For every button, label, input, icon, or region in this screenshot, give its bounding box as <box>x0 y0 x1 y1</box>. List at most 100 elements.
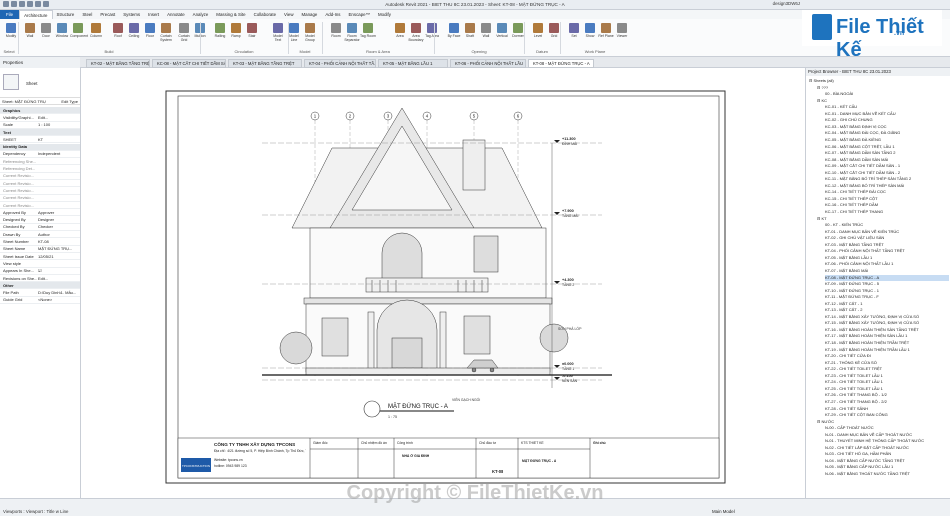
property-row[interactable]: File Path D:\Duy Dinh\1. Mẫu... <box>0 290 80 297</box>
browser-item[interactable]: N-04 - MẶT BẰNG CẤP NƯỚC TẦNG TRỆT <box>825 458 949 465</box>
browser-item[interactable]: KT-25 - CHI TIẾT TOILET LẦU 1 <box>825 386 949 393</box>
browser-item[interactable]: KT-04 - PHỐI CẢNH NỘI THẤT TẦNG TRỆT <box>825 248 949 255</box>
ribbon-button-14[interactable]: Stair <box>244 21 260 49</box>
browser-item[interactable]: KC-01 - DANH MỤC BẢN VẼ KẾT CẤU <box>825 111 949 118</box>
property-row[interactable]: Sheet Name MẶT ĐỨNG TRỤ... <box>0 246 80 253</box>
browser-item[interactable]: KT-22 - CHI TIẾT TOILET TRỆT <box>825 366 949 373</box>
property-value[interactable]: <None> <box>37 297 80 302</box>
browser-item[interactable]: KC-15 - CHI TIẾT THÉP CỘT <box>825 196 949 203</box>
browser-item[interactable]: KT-26 - CHI TIẾT THANG BỘ - 1/2 <box>825 392 949 399</box>
browser-item[interactable]: KT-19 - MẶT BẰNG HOÀN THIỆN TRẦN LẦU 1 <box>825 347 949 354</box>
property-row[interactable]: Sheet Issue Date 12/05/21 <box>0 253 80 261</box>
ribbon-button-32[interactable]: Show <box>582 21 598 49</box>
property-row[interactable]: Text <box>0 128 80 137</box>
property-row[interactable]: View style <box>0 260 80 268</box>
ribbon-button-10[interactable]: Curtain Grid <box>176 21 192 49</box>
browser-item[interactable]: N-05 - MẶT BẰNG CẤP NƯỚC LẦU 1 <box>825 464 949 471</box>
property-value[interactable]: D:\Duy Dinh\1. Mẫu... <box>37 290 80 295</box>
browser-item[interactable]: KT-28 - CHI TIẾT SẢNH <box>825 406 949 413</box>
property-value[interactable]: Author <box>37 232 80 237</box>
property-row[interactable]: Current Revisio... <box>0 187 80 195</box>
browser-item[interactable]: N-00 - CẤP THOÁT NƯỚC <box>825 425 949 432</box>
menu-tab-13[interactable]: Add-Ins <box>321 10 344 19</box>
browser-item[interactable]: KT-03 - MẶT BẰNG TẦNG TRỆT <box>825 242 949 249</box>
browser-item[interactable]: 00 - KT - KIẾN TRÚC <box>825 222 949 229</box>
browser-item[interactable]: KC-02 - GHI CHÚ CHUNG <box>825 117 949 124</box>
browser-item[interactable]: KT-13 - MẶT CẮT - 2 <box>825 307 949 314</box>
ribbon-button-27[interactable]: Vertical <box>494 21 510 49</box>
property-row[interactable]: Current Revisio... <box>0 180 80 188</box>
property-row[interactable]: Scale 1 : 100 <box>0 122 80 129</box>
browser-item[interactable]: ⊟ KT <box>817 216 949 223</box>
drawing-area[interactable]: 123456 +11.300 ĐỈNH MÁI +7.900 TẦNG MÁI … <box>82 68 805 498</box>
ribbon-button-25[interactable]: Shaft <box>462 21 478 49</box>
ribbon-button-34[interactable]: Viewer <box>614 21 630 49</box>
property-row[interactable]: Drawn By Author <box>0 231 80 239</box>
property-row[interactable]: Guide Grid <None> <box>0 297 80 305</box>
browser-item[interactable]: ⊟ Sheets (all) <box>809 78 949 85</box>
property-row[interactable]: Current Revisio... <box>0 173 80 180</box>
property-row[interactable]: SHEET KT <box>0 136 80 144</box>
browser-item[interactable]: KT-10 - MẶT ĐỨNG TRỤC - 1 <box>825 288 949 295</box>
property-value[interactable]: Designer <box>37 217 80 222</box>
browser-item[interactable]: KC-05 - MẶT BẰNG ĐÀ KIỀNG <box>825 137 949 144</box>
browser-item[interactable]: KT-16 - MẶT BẰNG HOÀN THIỆN SÀN TẦNG TRỆ… <box>825 327 949 334</box>
property-value[interactable]: 1 : 100 <box>37 122 80 127</box>
property-row[interactable]: Graphics <box>0 107 80 115</box>
menu-tab-6[interactable]: Insert <box>144 10 163 19</box>
property-value[interactable]: MẶT ĐỨNG TRỤ... <box>37 246 80 251</box>
sheet-canvas[interactable]: 123456 +11.300ĐỈNH MÁI+7.900TẦNG MÁI+4.3… <box>82 68 805 498</box>
browser-item[interactable]: KT-07 - MẶT BẰNG MÁI <box>825 268 949 275</box>
property-value[interactable]: Independent <box>37 151 80 156</box>
browser-item[interactable]: KC-09 - MẶT CẮT CHI TIẾT DẦM SÀN - 1 <box>825 163 949 170</box>
menu-tab-9[interactable]: Massing & Site <box>212 10 249 19</box>
property-row[interactable]: Current Revisio... <box>0 195 80 202</box>
menu-tab-2[interactable]: Structure <box>53 10 79 19</box>
ribbon-button-26[interactable]: Wall <box>478 21 494 49</box>
browser-item[interactable]: KT-15 - MẶT BẰNG XÂY TƯỜNG, ĐỊNH VỊ CỬA … <box>825 320 949 327</box>
browser-item[interactable]: KT-12 - MẶT CẮT - 1 <box>825 301 949 308</box>
property-row[interactable]: Visibility/Graphi... Edit... <box>0 114 80 122</box>
property-value[interactable]: 12/05/21 <box>37 254 80 259</box>
menu-tab-4[interactable]: Precast <box>96 10 119 19</box>
ribbon-button-1[interactable]: Wall <box>22 21 38 49</box>
property-value[interactable]: KT <box>37 137 80 142</box>
property-value[interactable]: Edit... <box>37 115 80 120</box>
property-row[interactable]: Approved By Approver <box>0 209 80 217</box>
browser-item[interactable]: KC-08 - MẶT BẰNG DẦM SÀN MÁI <box>825 157 949 164</box>
browser-item[interactable]: KT-11 - MẶT ĐỨNG TRỤC - F <box>825 294 949 301</box>
browser-item[interactable]: N-02 - CHI TIẾT LẮP ĐẶT CẤP THOÁT NƯỚC <box>825 445 949 452</box>
browser-item[interactable]: 00 - BÌA NGOÀI <box>825 91 949 98</box>
ribbon-button-5[interactable]: Column <box>88 21 104 49</box>
browser-item[interactable]: KT-29 - CHI TIẾT CỘT BAN CÔNG <box>825 412 949 419</box>
view-tab-3[interactable]: KT-04 - PHỐI CẢNH NỘI THẤT TẦ... <box>304 59 376 68</box>
instance-selector[interactable]: Sheet: MẶT ĐỨNG TRỤ Edit Type <box>0 97 80 105</box>
browser-item[interactable]: KC-12 - MẶT BẰNG BỐ TRÍ THÉP SÀN MÁI <box>825 183 949 190</box>
workset-model[interactable]: Main Model <box>712 509 735 514</box>
ribbon-button-18[interactable]: Room <box>328 21 344 49</box>
browser-item[interactable]: KT-27 - CHI TIẾT THANG BỘ - 2/2 <box>825 399 949 406</box>
ribbon-button-0[interactable]: Modify <box>3 21 19 49</box>
ribbon-button-13[interactable]: Ramp <box>228 21 244 49</box>
view-tab-5[interactable]: KT-06 - PHỐI CẢNH NỘI THẤT LẦU <box>450 59 526 68</box>
ribbon-button-2[interactable]: Door <box>38 21 54 49</box>
browser-item[interactable]: KT-23 - CHI TIẾT TOILET LẦU 1 <box>825 373 949 380</box>
browser-item[interactable]: KC-17 - CHI TIẾT THÉP THANG <box>825 209 949 216</box>
ribbon-button-21[interactable]: Area <box>392 21 408 49</box>
menu-tab-8[interactable]: Analyze <box>189 10 213 19</box>
property-value[interactable]: Edit... <box>37 276 80 281</box>
browser-item[interactable]: ⊟ ??? <box>817 85 949 92</box>
ribbon-button-33[interactable]: Ref Plane <box>598 21 614 49</box>
browser-item[interactable]: N-01 - THUYẾT MINH HỆ THỐNG CẤP THOÁT NƯ… <box>825 438 949 445</box>
ribbon-button-31[interactable]: Set <box>566 21 582 49</box>
menu-tab-14[interactable]: Enscape™ <box>345 10 374 19</box>
browser-item[interactable]: KT-01 - DANH MỤC BẢN VẼ KIẾN TRÚC <box>825 229 949 236</box>
ribbon-button-8[interactable]: Floor <box>142 21 158 49</box>
browser-item[interactable]: KC-03 - MẶT BẰNG ĐỊNH VỊ CỌC <box>825 124 949 131</box>
browser-item[interactable]: KC-16 - CHI TIẾT THÉP DẦM <box>825 202 949 209</box>
menu-tab-0[interactable]: File <box>0 10 20 19</box>
property-row[interactable]: Referencing Det... <box>0 165 80 173</box>
property-row[interactable]: Current Revisio... <box>0 202 80 210</box>
browser-item[interactable]: KC-04 - MẶT BẰNG ĐÀI CỌC, ĐÀ GIẰNG <box>825 130 949 137</box>
browser-item[interactable]: KC-11 - MẶT BẰNG BỐ TRÍ THÉP SÀN TẦNG 2 <box>825 176 949 183</box>
